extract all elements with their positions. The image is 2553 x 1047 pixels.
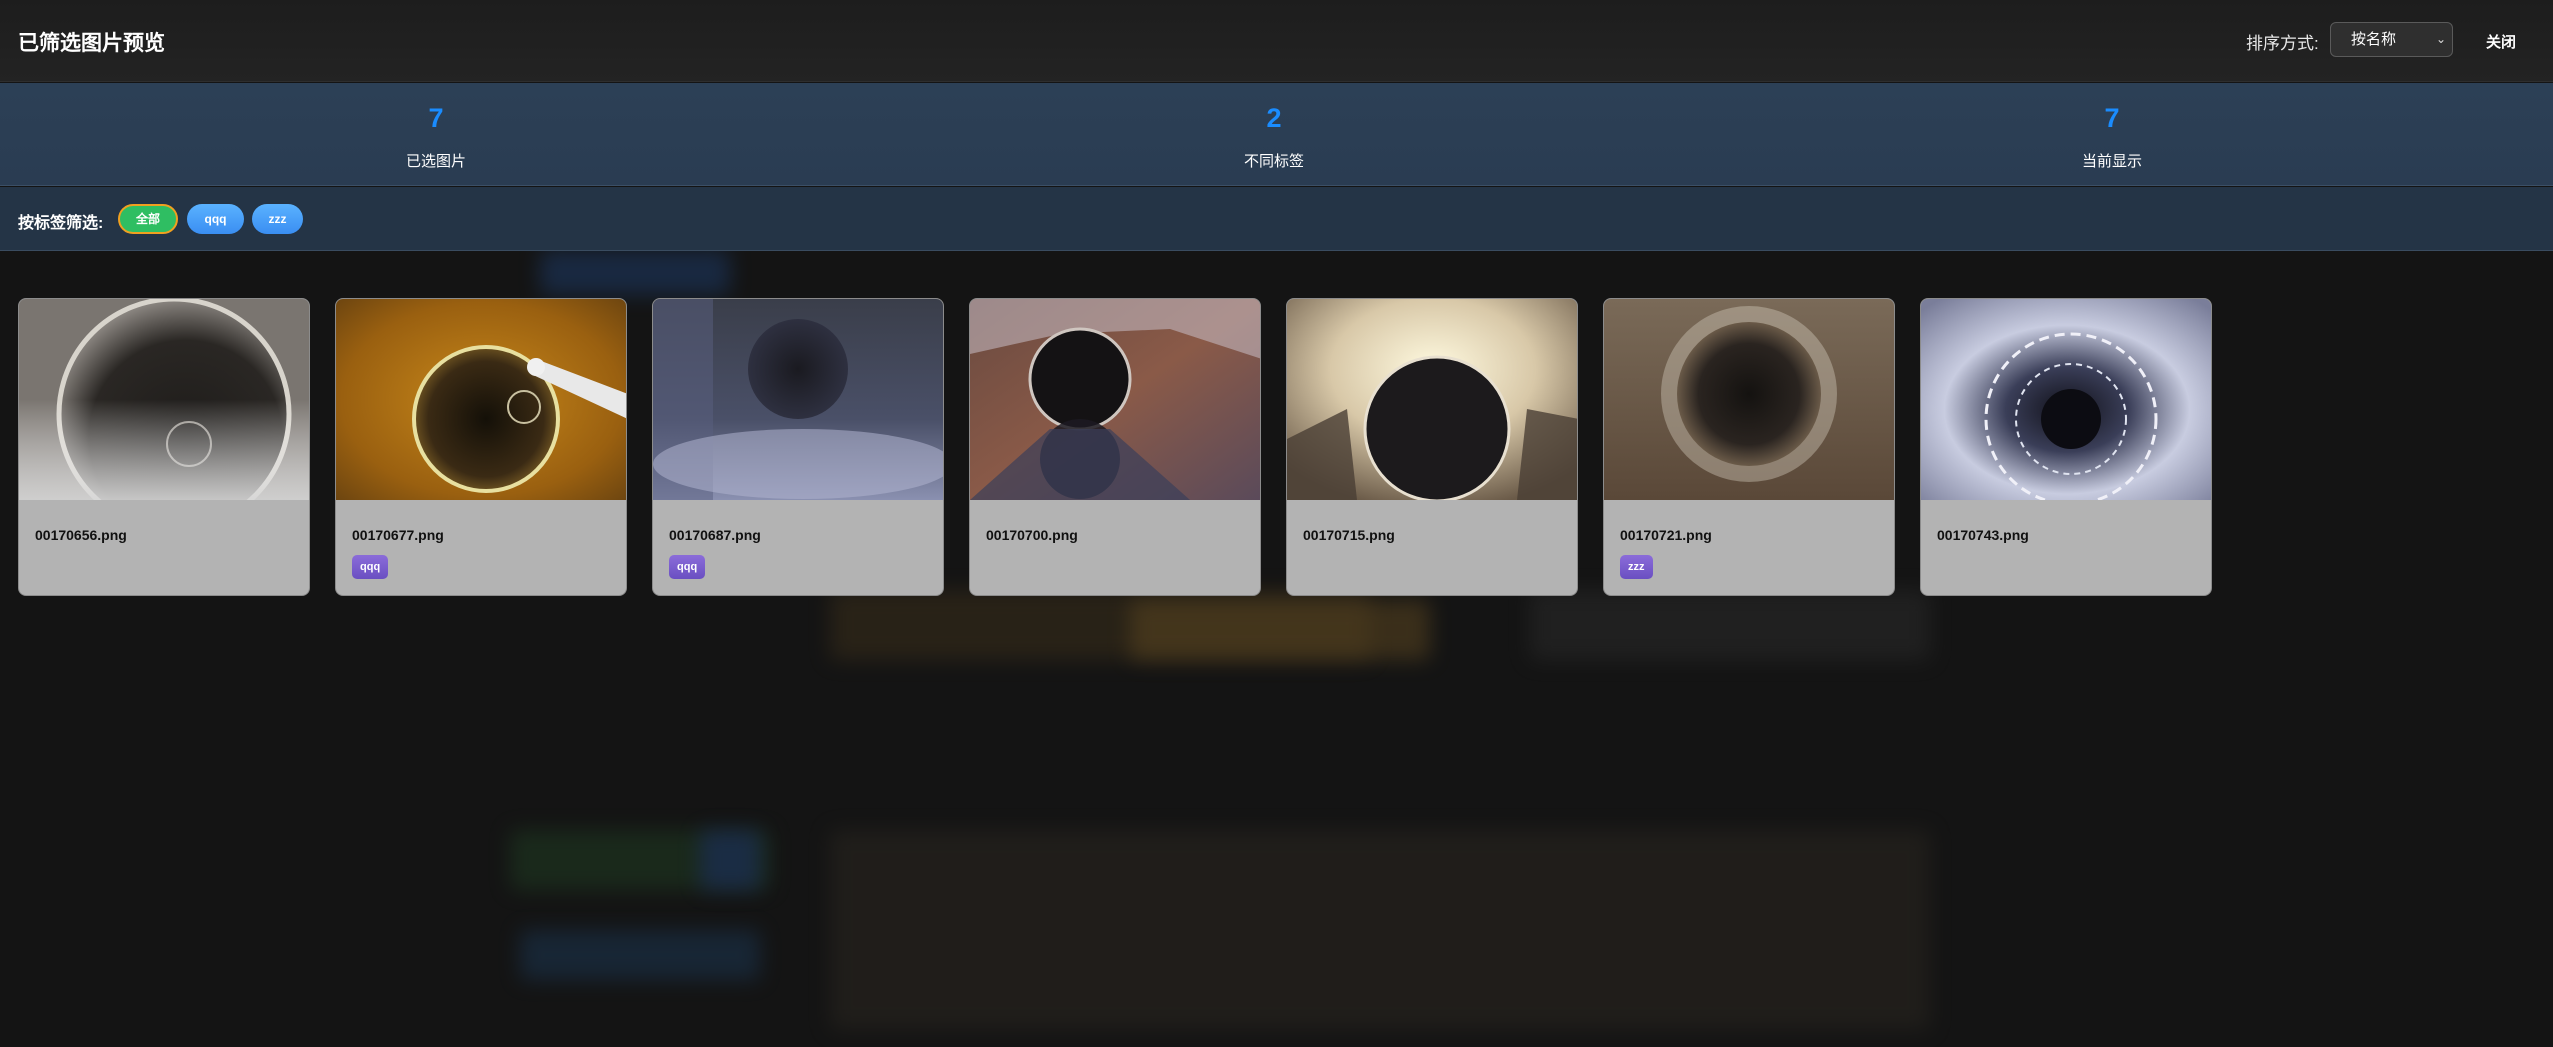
stat-selected-images: 7 已选图片: [286, 83, 586, 186]
image-filename: 00170700.png: [986, 527, 1078, 543]
image-thumbnail: [336, 299, 626, 500]
header-bar: 已筛选图片预览 排序方式: 按名称 ⌄ 关闭: [0, 0, 2553, 82]
stats-bar: 7 已选图片 2 不同标签 7 当前显示: [0, 83, 2553, 186]
image-thumbnail: [970, 299, 1260, 500]
image-card[interactable]: 00170687.png qqq: [652, 298, 944, 596]
image-thumbnail: [1604, 299, 1894, 500]
image-filename: 00170715.png: [1303, 527, 1395, 543]
image-card[interactable]: 00170700.png: [969, 298, 1261, 596]
close-button[interactable]: 关闭: [2486, 31, 2516, 52]
stat-label: 不同标签: [1243, 153, 1304, 170]
filter-chip-all[interactable]: 全部: [118, 204, 178, 234]
image-filename: 00170677.png: [352, 527, 444, 543]
stat-distinct-tags: 2 不同标签: [1124, 83, 1424, 186]
image-card[interactable]: 00170715.png: [1286, 298, 1578, 596]
image-thumbnail: [653, 299, 943, 500]
stat-value: 2: [1266, 103, 1282, 133]
filter-label: 按标签筛选:: [18, 215, 104, 232]
sort-select-value: 按名称: [2351, 31, 2397, 48]
image-card[interactable]: 00170656.png: [18, 298, 310, 596]
chevron-down-icon: ⌄: [2435, 32, 2446, 46]
sort-select[interactable]: 按名称 ⌄: [2330, 22, 2453, 57]
image-card[interactable]: 00170743.png: [1920, 298, 2212, 596]
image-filename: 00170687.png: [669, 527, 761, 543]
filter-chip-zzz[interactable]: zzz: [252, 204, 303, 234]
image-filename: 00170743.png: [1937, 527, 2029, 543]
stat-label: 已选图片: [405, 153, 466, 170]
image-thumbnail: [1287, 299, 1577, 500]
tag-filter-bar: 按标签筛选: 全部 qqq zzz: [0, 187, 2553, 251]
image-tag-badge: qqq: [669, 555, 706, 579]
sort-label: 排序方式:: [2246, 34, 2319, 53]
page-title: 已筛选图片预览: [18, 32, 165, 55]
image-filename: 00170721.png: [1620, 527, 1712, 543]
image-thumbnail: [1921, 299, 2211, 500]
image-card[interactable]: 00170721.png zzz: [1603, 298, 1895, 596]
stat-currently-shown: 7 当前显示: [1962, 83, 2262, 186]
image-tag-badge: qqq: [352, 555, 389, 579]
image-thumbnail: [19, 299, 309, 500]
stat-value: 7: [2104, 103, 2120, 133]
filter-chip-qqq[interactable]: qqq: [187, 204, 244, 234]
stat-label: 当前显示: [2081, 153, 2142, 170]
image-grid: 00170656.png 00170677.png qqq 00170687.p…: [0, 298, 2553, 598]
image-filename: 00170656.png: [35, 527, 127, 543]
image-card[interactable]: 00170677.png qqq: [335, 298, 627, 596]
image-tag-badge: zzz: [1620, 555, 1653, 579]
stat-value: 7: [428, 103, 444, 133]
